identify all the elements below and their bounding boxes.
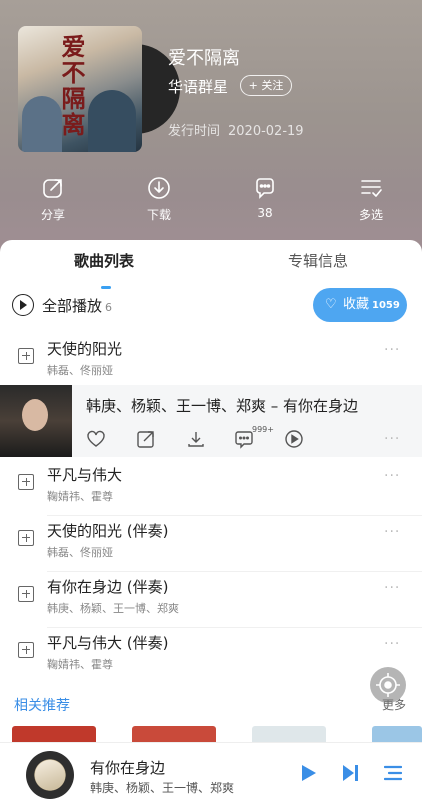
mini-player[interactable]: 有你在身边 韩庚、杨颖、王一博、郑爽 [0,742,422,800]
collect-count: 1059 [372,300,400,311]
artwork-figure [22,96,62,152]
song-title: 平凡与伟大 (伴奏) [47,634,169,652]
song-title: 平凡与伟大 [47,466,123,484]
download-button[interactable]: 下载 [129,176,189,223]
song-thumbnail [0,385,72,457]
list-item[interactable]: 平凡与伟大 鞠婧祎、霍尊 ··· [0,460,422,516]
recommendation-card[interactable] [12,726,96,742]
album-header: 爱不隔离 爱不隔离 华语群星 + 关注 发行时间 2020-02-19 分享 下载 [0,0,422,262]
release-info: 发行时间 2020-02-19 [168,120,304,139]
tab-song-list[interactable]: 歌曲列表 [74,250,134,271]
tab-album-info[interactable]: 专辑信息 [288,250,348,271]
artwork-figure [88,90,136,152]
release-date: 2020-02-19 [228,124,304,139]
song-action-row: 999+ [86,425,406,451]
play-all-label: 全部播放 [42,297,103,315]
song-singers: 韩庚、杨颖、王一博、郑爽 [47,602,179,615]
play-mv-icon[interactable] [284,429,304,449]
album-artist[interactable]: 华语群星 [168,76,228,97]
share-icon [43,179,62,198]
play-all-text: 全部播放 6 [42,295,112,316]
song-panel: 歌曲列表 专辑信息 全部播放 6 ♡ 收藏 1059 天使的阳光 韩磊、佟丽娅 ···… [0,240,422,800]
download-label: 下载 [146,208,171,222]
recommendation-strip [0,726,422,742]
comment-badge: 999+ [252,425,274,434]
song-title: 韩庚、杨颖、王一博、郑爽 – 有你在身边 [86,397,359,415]
list-item-expanded[interactable]: 韩庚、杨颖、王一博、郑爽 – 有你在身边 999+ ··· [0,385,422,457]
list-item[interactable]: 天使的阳光 (伴奏) 韩磊、佟丽娅 ··· [0,516,422,572]
now-playing-title: 有你在身边 [90,759,166,777]
more-options-icon[interactable]: ··· [384,431,400,447]
now-playing-disc[interactable] [26,751,74,799]
download-icon[interactable] [186,429,206,449]
multi-select-icon [361,180,382,197]
multi-select-button[interactable]: 多选 [341,176,401,223]
tab-bar: 歌曲列表 专辑信息 [0,250,422,289]
thumbnail-face [22,399,48,431]
comment-button[interactable]: 38 [235,176,295,220]
song-title: 天使的阳光 (伴奏) [47,522,169,540]
more-options-icon[interactable]: ··· [384,524,400,540]
playlist-icon[interactable] [384,763,402,783]
like-icon[interactable] [86,429,106,449]
song-singers: 鞠婧祎、霍尊 [47,490,113,503]
more-options-icon[interactable]: ··· [384,636,400,652]
more-options-icon[interactable]: ··· [384,580,400,596]
song-singers: 鞠婧祎、霍尊 [47,658,113,671]
comment-count: 38 [257,206,273,220]
disc-art [35,760,65,790]
list-item[interactable]: 有你在身边 (伴奏) 韩庚、杨颖、王一博、郑爽 ··· [0,572,422,628]
locate-icon [376,673,400,697]
release-label: 发行时间 [168,124,221,139]
related-recommendations-title: 相关推荐 [14,698,70,714]
album-title: 爱不隔离 [168,48,240,69]
comment-icon[interactable] [234,429,254,449]
album-cover[interactable]: 爱不隔离 [18,26,180,152]
add-to-playlist-icon[interactable] [18,474,34,490]
share-icon[interactable] [136,429,156,449]
add-to-playlist-icon[interactable] [18,348,34,364]
add-to-playlist-icon[interactable] [18,586,34,602]
more-options-icon[interactable]: ··· [384,468,400,484]
more-options-icon[interactable]: ··· [384,342,400,358]
recommendation-card[interactable] [372,726,422,742]
now-playing-artists: 韩庚、杨颖、王一博、郑爽 [90,781,235,795]
album-actions: 分享 下载 38 多选 [0,176,422,226]
play-circle-icon [12,294,34,316]
list-item[interactable]: 平凡与伟大 (伴奏) 鞠婧祎、霍尊 ··· [0,628,422,684]
recommendation-card[interactable] [132,726,216,742]
song-title: 天使的阳光 [47,340,123,358]
heart-icon: ♡ [325,297,337,312]
next-track-icon[interactable] [342,763,360,783]
song-title: 有你在身边 (伴奏) [47,578,169,596]
play-icon[interactable] [298,763,318,783]
add-to-playlist-icon[interactable] [18,530,34,546]
share-button[interactable]: 分享 [23,176,83,223]
follow-button[interactable]: + 关注 [240,75,292,96]
album-artwork: 爱不隔离 [18,26,142,152]
song-count: 6 [105,301,113,314]
add-to-playlist-icon[interactable] [18,642,34,658]
comment-icon [256,178,274,199]
share-label: 分享 [40,208,65,222]
download-icon [148,177,170,199]
list-item[interactable]: 天使的阳光 韩磊、佟丽娅 ··· [0,334,422,390]
song-singers: 韩磊、佟丽娅 [47,364,113,377]
collect-button[interactable]: ♡ 收藏 1059 [313,288,407,322]
recommendation-card[interactable] [252,726,326,742]
multi-select-label: 多选 [358,208,383,222]
cover-calligraphy: 爱不隔离 [57,34,86,138]
song-singers: 韩磊、佟丽娅 [47,546,113,559]
collect-label: 收藏 [343,297,370,312]
floating-assist-button[interactable] [370,667,406,703]
tab-indicator [101,286,111,289]
